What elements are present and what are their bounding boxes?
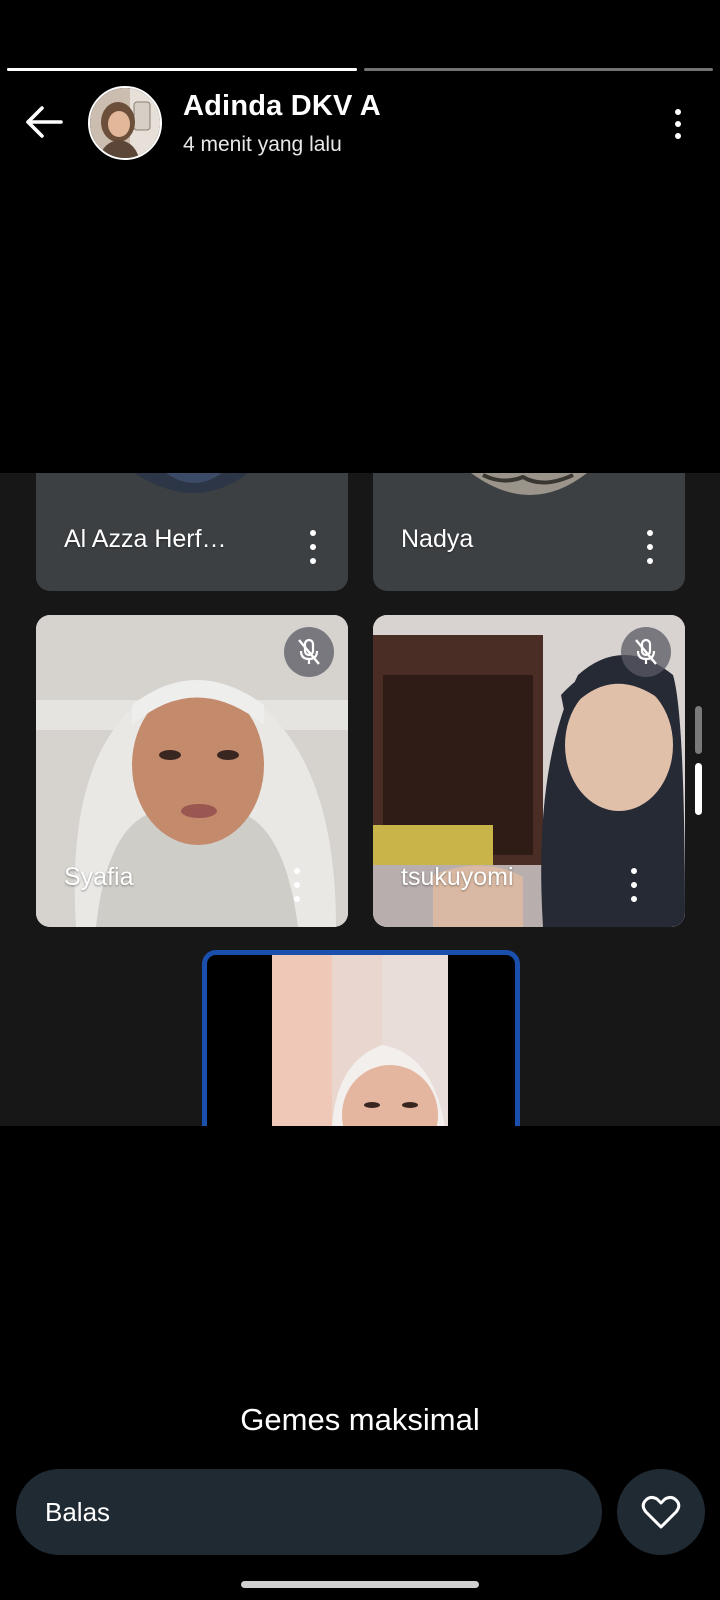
arrow-left-icon	[26, 106, 63, 138]
participant-menu-button[interactable]	[643, 530, 657, 564]
participant-name: Syafia	[64, 863, 134, 891]
participant-name: tsukuyomi	[401, 863, 514, 891]
participant-tile: Syafia	[36, 615, 348, 927]
story-author-name[interactable]: Adinda DKV A	[183, 90, 381, 123]
mic-off-icon	[298, 638, 320, 665]
mic-off-indicator	[621, 627, 671, 677]
participant-menu-button[interactable]	[306, 530, 320, 564]
back-button[interactable]	[22, 100, 66, 144]
avatar[interactable]	[88, 86, 162, 160]
like-button[interactable]	[617, 1469, 705, 1555]
scrollbar-thumb[interactable]	[695, 763, 702, 815]
reply-input[interactable]	[16, 1469, 602, 1555]
participant-name: Al Azza Herf…	[64, 525, 227, 553]
participant-tile: Nadya	[373, 473, 685, 591]
participant-tile: tsukuyomi	[373, 615, 685, 927]
story-progress-2	[364, 68, 713, 71]
heart-outline-icon	[641, 1495, 681, 1529]
mic-off-indicator	[284, 627, 334, 677]
story-progress-1	[7, 68, 357, 71]
story-timestamp: 4 menit yang lalu	[183, 133, 342, 156]
participant-tile: Al Azza Herf…	[36, 473, 348, 591]
participant-menu-button[interactable]	[290, 868, 304, 902]
participant-name: Nadya	[401, 525, 474, 553]
story-media[interactable]: Al Azza Herf… Nadya Syafia tsukuyomi	[0, 473, 720, 1126]
mic-off-icon	[635, 638, 657, 665]
more-options-button[interactable]	[664, 104, 692, 144]
story-caption: Gemes maksimal	[240, 1402, 480, 1437]
scrollbar-track	[695, 706, 702, 754]
more-vertical-icon	[675, 109, 681, 115]
participant-menu-button[interactable]	[627, 868, 641, 902]
home-indicator[interactable]	[241, 1581, 479, 1588]
self-video-tile	[202, 950, 520, 1126]
